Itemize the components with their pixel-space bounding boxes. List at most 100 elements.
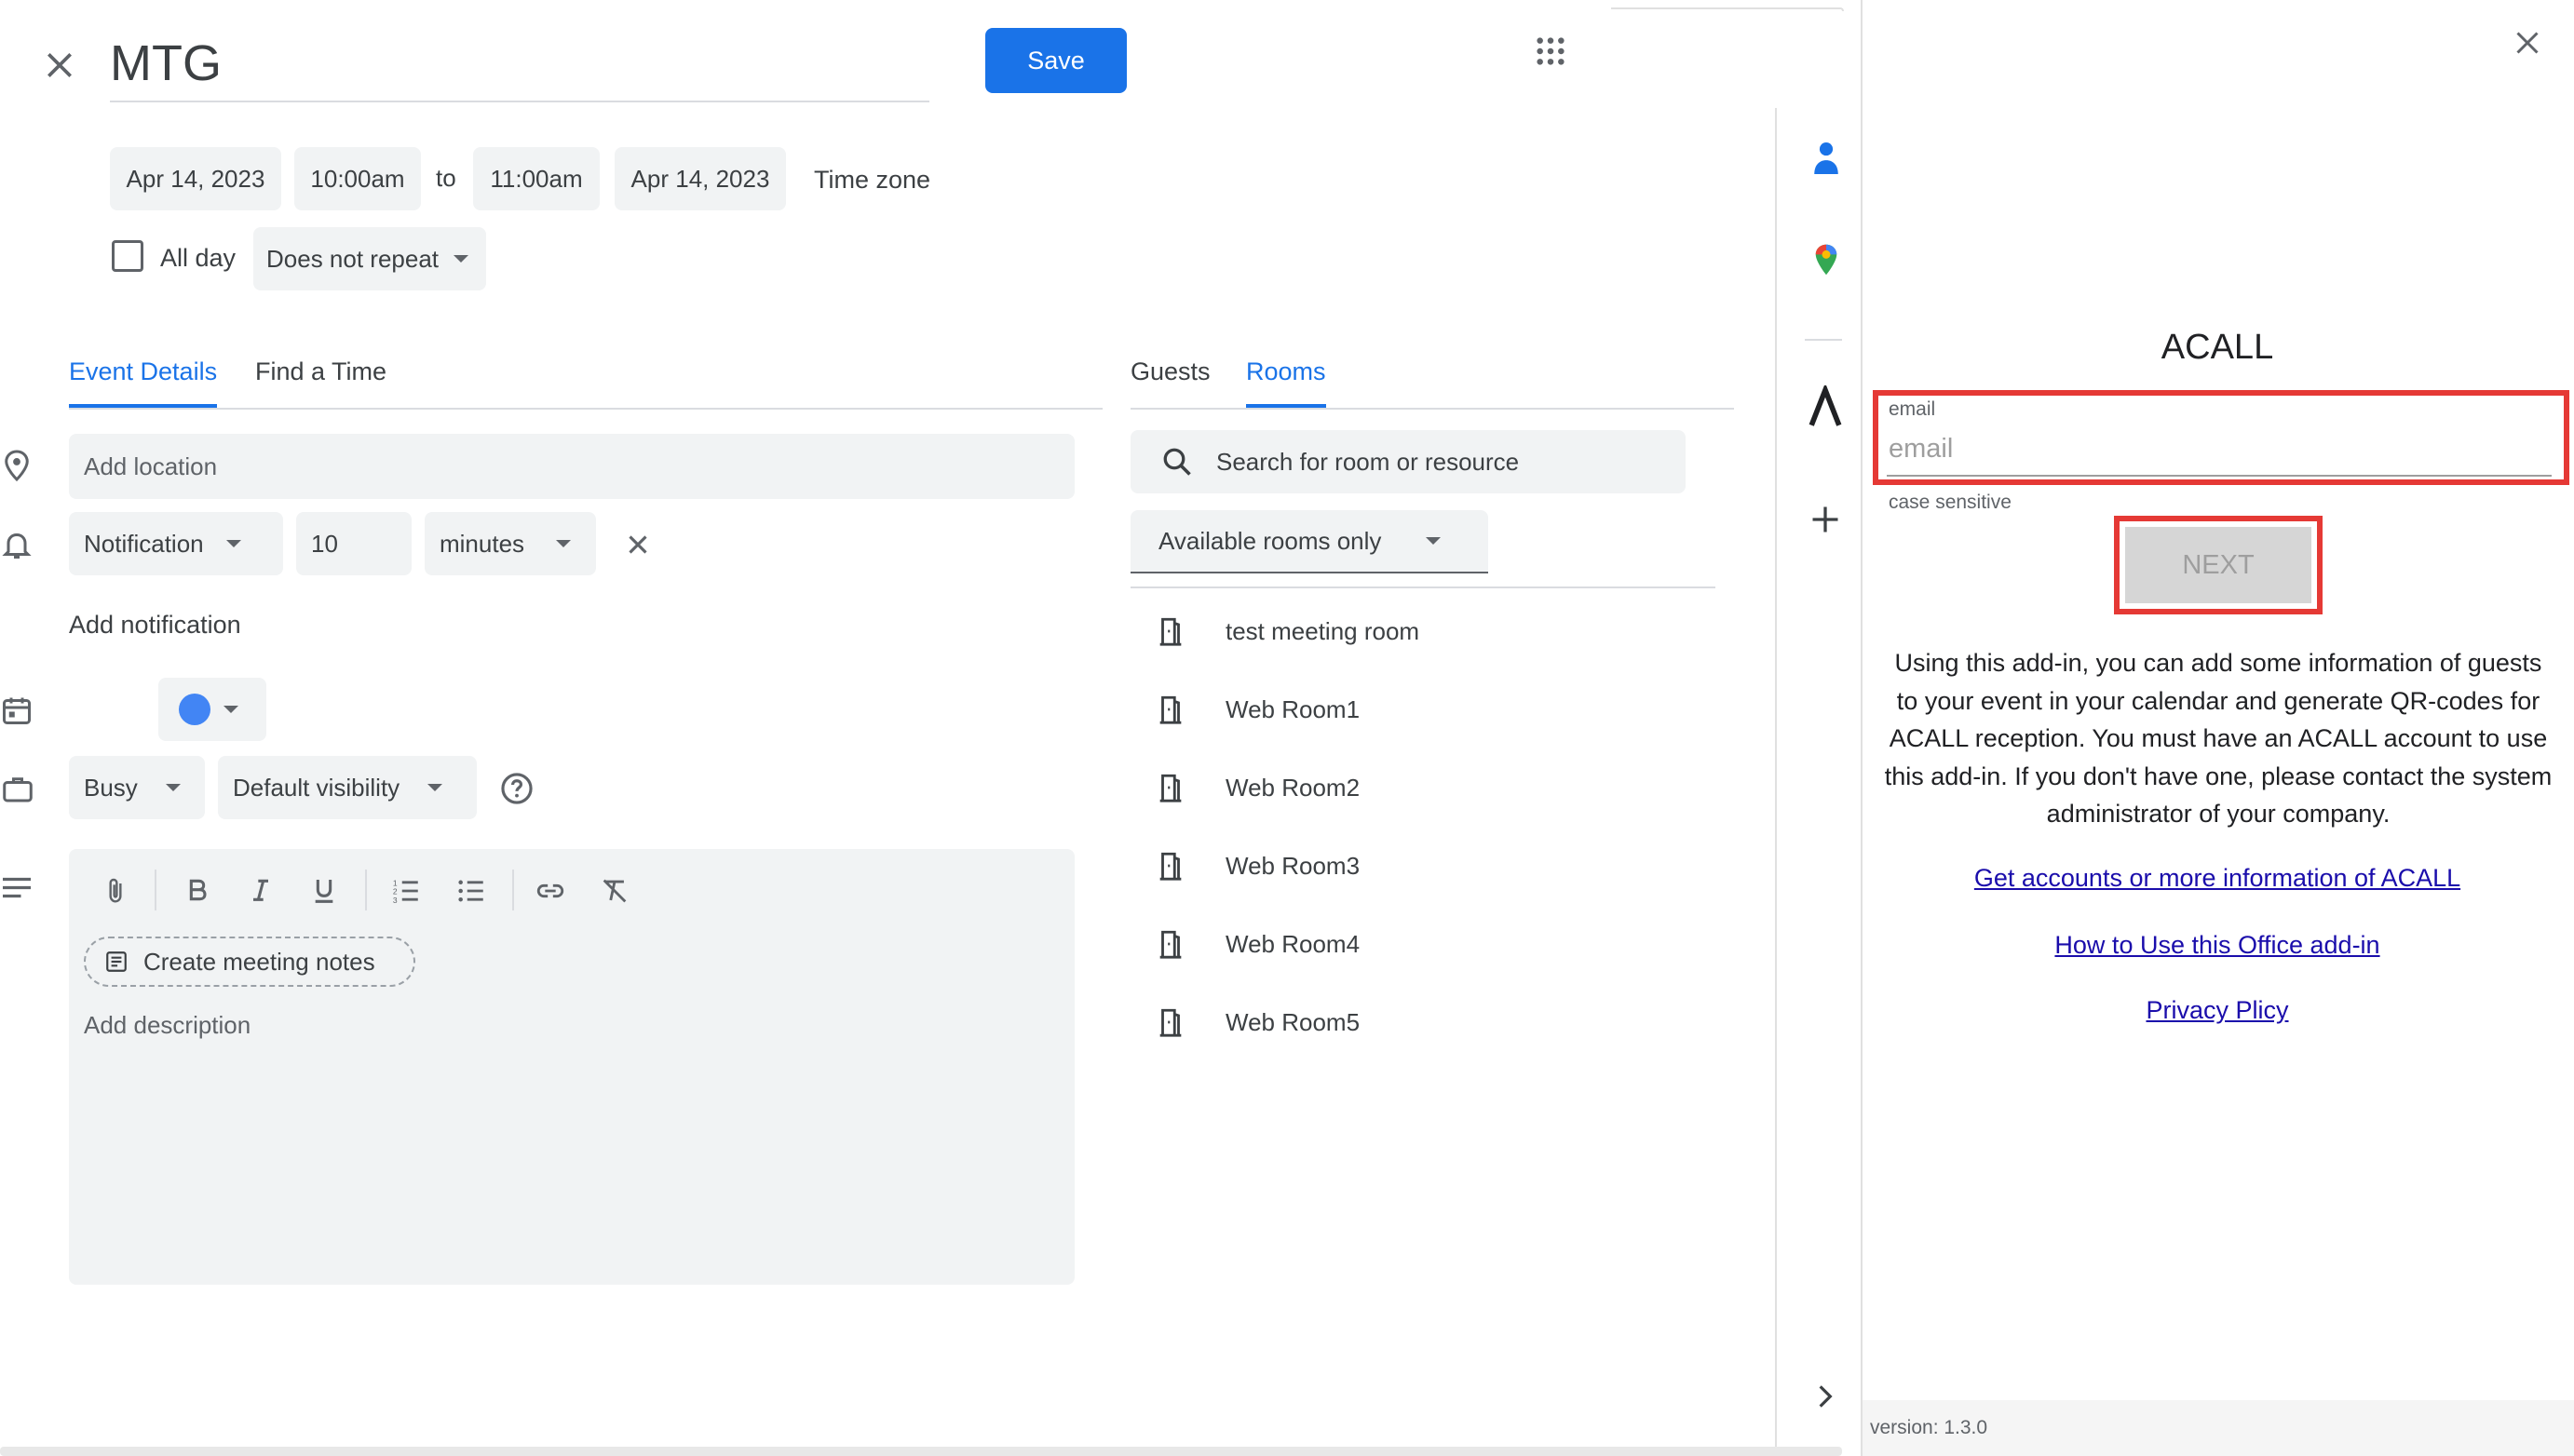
email-input[interactable]: email	[1887, 423, 2552, 477]
tab-rooms[interactable]: Rooms	[1246, 357, 1326, 408]
create-meeting-notes-button[interactable]: Create meeting notes	[84, 937, 415, 987]
bold-icon[interactable]	[183, 875, 212, 907]
tab-event-details[interactable]: Event Details	[69, 357, 218, 408]
room-item[interactable]: Web Room4	[1157, 916, 1360, 972]
notification-value: 10	[311, 529, 338, 558]
room-item[interactable]: Web Room3	[1157, 838, 1360, 894]
howto-link[interactable]: How to Use this Office add-in	[2054, 931, 2379, 959]
notification-unit-select[interactable]: minutes	[425, 512, 596, 575]
allday-checkbox[interactable]	[112, 240, 143, 272]
timezone-button[interactable]: Time zone	[814, 166, 930, 195]
visibility-select[interactable]: Default visibility	[218, 756, 477, 819]
accounts-info-link-row: Get accounts or more information of ACAL…	[1861, 864, 2574, 893]
accounts-info-link[interactable]: Get accounts or more information of ACAL…	[1974, 864, 2460, 892]
start-date-field[interactable]: Apr 14, 2023	[110, 147, 281, 210]
guests-tabs-divider	[1131, 408, 1734, 410]
room-name: Web Room3	[1226, 851, 1361, 880]
tabs-divider	[69, 408, 1103, 410]
close-addin-button[interactable]	[2511, 26, 2544, 60]
room-name: Web Room1	[1226, 694, 1361, 723]
toolbar-divider	[512, 870, 514, 910]
end-date-field[interactable]: Apr 14, 2023	[615, 147, 786, 210]
notes-icon	[106, 951, 127, 972]
room-item[interactable]: test meeting room	[1157, 603, 1419, 659]
chevron-down-icon	[427, 784, 443, 791]
maps-icon[interactable]	[1812, 242, 1840, 277]
door-icon	[1159, 1008, 1182, 1037]
start-time-field[interactable]: 10:00am	[294, 147, 421, 210]
location-input[interactable]: Add location	[69, 434, 1075, 499]
tab-guests-label: Guests	[1131, 357, 1211, 385]
room-name: Web Room4	[1226, 929, 1361, 958]
event-color-swatch	[179, 694, 210, 725]
repeat-value: Does not repeat	[266, 244, 440, 273]
close-icon	[2516, 32, 2539, 54]
end-time-field[interactable]: 11:00am	[473, 147, 600, 210]
tab-rooms-label: Rooms	[1246, 357, 1326, 385]
privacy-link[interactable]: Privacy Plicy	[2146, 996, 2288, 1024]
room-search-input[interactable]: Search for room or resource	[1131, 430, 1686, 493]
room-filter-select[interactable]: Available rooms only	[1131, 510, 1488, 573]
description-editor[interactable]	[69, 849, 1075, 1285]
horizontal-scrollbar[interactable]	[0, 1447, 1842, 1456]
clear-formatting-icon[interactable]	[598, 875, 631, 907]
link-icon[interactable]	[533, 875, 568, 907]
add-addon-icon[interactable]	[1809, 503, 1842, 536]
door-icon	[1159, 695, 1182, 724]
close-icon	[47, 53, 72, 77]
acall-addon-icon[interactable]	[1807, 385, 1844, 428]
chevron-right-icon[interactable]	[1814, 1382, 1836, 1411]
notification-unit-value: minutes	[440, 529, 525, 558]
addin-description: Using this add-in, you can add some info…	[1884, 649, 2553, 828]
remove-notification-button[interactable]	[622, 529, 654, 560]
save-button[interactable]: Save	[985, 28, 1127, 93]
room-search-placeholder: Search for room or resource	[1216, 447, 1520, 476]
email-placeholder: email	[1889, 433, 1954, 464]
apps-grid-icon[interactable]	[1535, 35, 1566, 67]
tab-find-time[interactable]: Find a Time	[255, 357, 386, 386]
event-color-select[interactable]	[158, 678, 266, 741]
room-name: Web Room2	[1226, 773, 1361, 802]
notification-value-input[interactable]: 10	[296, 512, 412, 575]
meeting-notes-label: Create meeting notes	[143, 947, 375, 976]
italic-icon[interactable]	[246, 875, 276, 907]
contacts-icon[interactable]	[1810, 140, 1842, 177]
room-name: test meeting room	[1226, 616, 1420, 645]
location-pin-icon	[0, 447, 34, 484]
notification-type-value: Notification	[84, 529, 204, 558]
underline-icon[interactable]	[309, 875, 339, 907]
room-filter-value: Available rooms only	[1158, 526, 1382, 555]
notification-type-select[interactable]: Notification	[69, 512, 283, 575]
tab-find-time-label: Find a Time	[255, 357, 387, 385]
next-button[interactable]: NEXT	[2125, 527, 2311, 603]
addin-title: ACALL	[2161, 328, 2274, 367]
description-placeholder: Add description	[84, 1011, 251, 1039]
status-value: Busy	[84, 773, 138, 802]
door-icon	[1159, 617, 1182, 646]
room-item[interactable]: Web Room1	[1157, 681, 1360, 737]
bulleted-list-icon[interactable]	[454, 875, 488, 907]
briefcase-icon	[0, 773, 35, 806]
event-title: MTG	[110, 35, 222, 91]
repeat-select[interactable]: Does not repeat	[253, 227, 486, 290]
tab-guests[interactable]: Guests	[1131, 357, 1211, 386]
howto-link-row: How to Use this Office add-in	[1861, 931, 2574, 960]
privacy-link-row: Privacy Plicy	[1861, 996, 2574, 1025]
room-item[interactable]: Web Room2	[1157, 760, 1360, 816]
add-notification-button[interactable]: Add notification	[69, 611, 241, 640]
addin-footer: version: 1.3.0	[1863, 1400, 2574, 1456]
calendar-icon	[0, 693, 34, 728]
event-title-input[interactable]: MTG	[110, 28, 929, 102]
chevron-down-icon	[454, 255, 469, 263]
numbered-list-icon[interactable]: 123	[389, 875, 423, 907]
door-icon	[1159, 930, 1182, 959]
room-item[interactable]: Web Room5	[1157, 994, 1360, 1050]
email-helper-text: case sensitive	[1889, 492, 2012, 513]
help-icon[interactable]	[499, 771, 535, 806]
bell-icon	[0, 527, 34, 562]
attachment-icon[interactable]	[101, 875, 130, 907]
allday-label: All day	[160, 244, 237, 272]
close-editor-button[interactable]	[41, 47, 78, 84]
status-select[interactable]: Busy	[69, 756, 205, 819]
chevron-down-icon	[556, 540, 572, 547]
